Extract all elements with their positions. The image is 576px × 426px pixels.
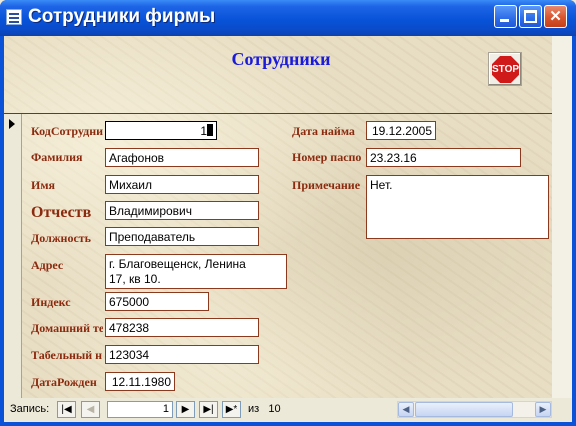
window-title: Сотрудники фирмы (28, 6, 216, 27)
stop-button[interactable]: STOP (488, 52, 522, 86)
record-selector[interactable] (4, 114, 22, 398)
label-patronymic: Отчеств (31, 204, 92, 221)
previous-record-icon: ◀ (86, 404, 95, 415)
maximize-icon (524, 10, 537, 23)
record-label: Запись: (10, 403, 50, 415)
field-id[interactable]: 1 (105, 121, 217, 140)
label-address: Адрес (31, 258, 64, 272)
form-icon[interactable] (6, 9, 22, 25)
total-records: 10 (268, 403, 281, 415)
text-cursor (207, 124, 213, 136)
new-record-icon: ▶* (225, 404, 238, 415)
first-record-icon: |◀ (61, 404, 72, 415)
next-record-icon: ▶ (181, 404, 190, 415)
field-position[interactable]: Преподаватель (105, 227, 259, 246)
label-id: КодСотрудни (31, 124, 103, 138)
title-bar[interactable]: Сотрудники фирмы ✕ (0, 0, 576, 36)
record-navigation-bar: Запись: |◀ ◀ 1 ▶ ▶| ▶* из 10 ◀ ▶ (4, 398, 572, 422)
stop-sign-icon: STOP (492, 56, 519, 83)
field-hire-date[interactable]: 19.12.2005 (366, 121, 436, 140)
first-record-button[interactable]: |◀ (57, 401, 76, 418)
field-address[interactable]: г. Благовещенск, Ленина 17, кв 10. (105, 254, 287, 289)
label-firstname: Имя (31, 178, 55, 192)
label-note: Примечание (292, 178, 361, 192)
field-note[interactable]: Нет. (366, 175, 549, 239)
horizontal-scrollbar[interactable]: ◀ ▶ (397, 401, 552, 418)
label-home-phone: Домашний те (31, 321, 103, 335)
label-lastname: Фамилия (31, 150, 83, 164)
form-client-area: Сотрудники STOP КодСотрудни 1 Фамилия Аг… (4, 36, 572, 422)
close-icon: ✕ (549, 8, 562, 25)
last-record-button[interactable]: ▶| (199, 401, 218, 418)
field-lastname[interactable]: Агафонов (105, 148, 259, 167)
label-birthdate: ДатаРожден (31, 375, 97, 389)
scroll-left-icon: ◀ (402, 404, 410, 414)
form-header: Сотрудники STOP (10, 36, 552, 112)
field-id-value: 1 (200, 124, 207, 138)
current-record-arrow-icon (9, 119, 15, 129)
scroll-right-icon: ▶ (539, 404, 547, 414)
app-window: Сотрудники фирмы ✕ Сотрудники STOP КодСо… (0, 0, 576, 426)
new-record-button[interactable]: ▶* (222, 401, 241, 418)
label-passport: Номер паспо (292, 150, 362, 164)
last-record-icon: ▶| (203, 404, 214, 415)
previous-record-button[interactable]: ◀ (81, 401, 100, 418)
label-position: Должность (31, 231, 92, 245)
field-zip[interactable]: 675000 (105, 292, 209, 311)
field-tab-no[interactable]: 123034 (105, 345, 259, 364)
label-zip: Индекс (31, 295, 71, 309)
close-button[interactable]: ✕ (544, 5, 567, 28)
of-label: из (248, 403, 260, 415)
minimize-icon (500, 19, 509, 22)
label-tab-no: Табельный н (31, 348, 103, 362)
header-divider (4, 113, 552, 114)
scrollbar-thumb[interactable] (415, 402, 513, 417)
field-home-phone[interactable]: 478238 (105, 318, 259, 337)
scroll-right-button[interactable]: ▶ (535, 402, 551, 417)
scroll-left-button[interactable]: ◀ (398, 402, 414, 417)
field-firstname[interactable]: Михаил (105, 175, 259, 194)
minimize-button[interactable] (494, 5, 517, 28)
label-hire-date: Дата найма (292, 124, 355, 138)
form-body: Сотрудники STOP КодСотрудни 1 Фамилия Аг… (4, 36, 552, 398)
maximize-button[interactable] (519, 5, 542, 28)
field-passport[interactable]: 23.23.16 (366, 148, 521, 167)
form-title: Сотрудники (231, 49, 331, 69)
next-record-button[interactable]: ▶ (176, 401, 195, 418)
current-record-input[interactable]: 1 (107, 401, 173, 418)
form-right-margin (552, 36, 572, 398)
field-birthdate[interactable]: 12.11.1980 (105, 372, 175, 391)
field-patronymic[interactable]: Владимирович (105, 201, 259, 220)
record-total: из 10 (248, 403, 281, 415)
